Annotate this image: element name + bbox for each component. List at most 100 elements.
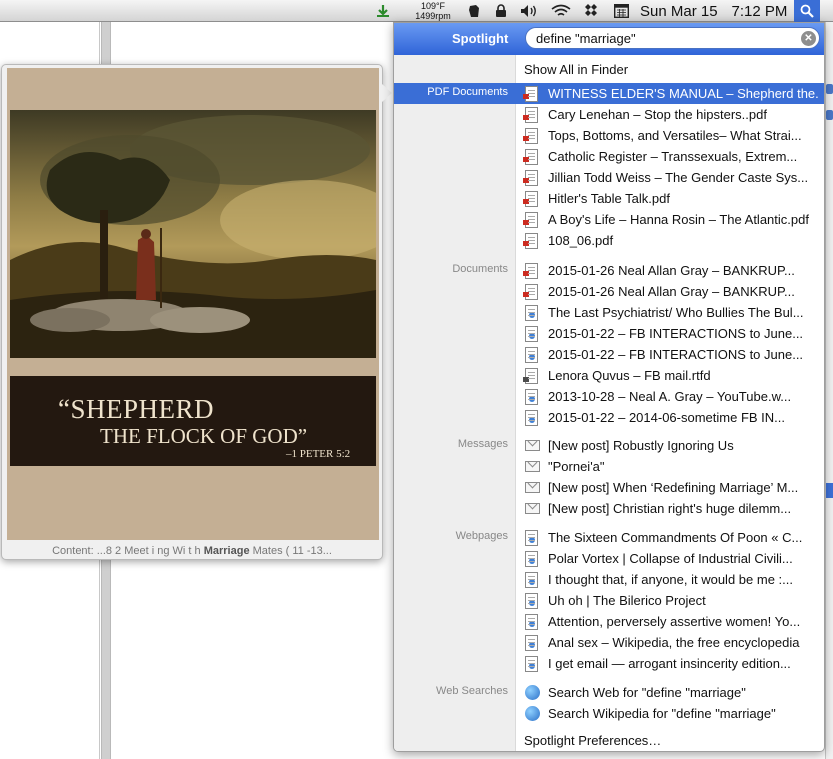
result-row[interactable]: Hitler's Table Talk.pdf — [394, 188, 824, 209]
rtfd-file-icon — [523, 368, 538, 384]
cover-painting — [10, 110, 376, 358]
result-row[interactable]: Cary Lenehan – Stop the hipsters..pdf — [394, 104, 824, 125]
preferences-label: Spotlight Preferences… — [524, 733, 662, 748]
result-row[interactable]: I get email — arrogant insincerity editi… — [394, 653, 824, 674]
background-right-pane — [825, 22, 833, 759]
calendar-icon[interactable] — [611, 0, 631, 22]
result-label: The Sixteen Commandments Of Poon « C... — [548, 530, 803, 545]
evernote-icon[interactable] — [465, 0, 483, 22]
globe-icon — [525, 685, 540, 700]
result-row[interactable]: Search Wikipedia for "define "marriage" — [394, 703, 824, 724]
fan-rpm-value: 1499rpm — [415, 11, 451, 21]
webarchive-file-icon — [525, 347, 538, 363]
temperature-readout[interactable]: 109°F 1499rpm — [410, 0, 456, 22]
background-search-icon — [826, 84, 833, 94]
webpage-icon — [525, 572, 538, 588]
result-row[interactable]: Messages [New post] Robustly Ignoring Us — [394, 435, 824, 456]
result-row[interactable]: Webpages The Sixteen Commandments Of Poo… — [394, 527, 824, 548]
pdf-file-icon — [523, 212, 538, 228]
result-label: 2015-01-22 – 2014-06-sometime FB IN... — [548, 410, 786, 425]
pdf-file-icon — [523, 191, 538, 207]
result-row[interactable]: 2015-01-22 – FB INTERACTIONS to June... — [394, 323, 824, 344]
download-icon[interactable] — [374, 0, 392, 22]
pdf-file-icon — [523, 107, 538, 123]
result-row[interactable]: Jillian Todd Weiss – The Gender Caste Sy… — [394, 167, 824, 188]
result-row[interactable]: Lenora Quvus – FB mail.rtfd — [394, 365, 824, 386]
volume-icon[interactable] — [518, 0, 542, 22]
lock-icon[interactable] — [492, 0, 510, 22]
result-label: A Boy's Life – Hanna Rosin – The Atlanti… — [548, 212, 809, 227]
category-label-webpages: Webpages — [455, 530, 508, 542]
result-label: The Last Psychiatrist/ Who Bullies The B… — [548, 305, 804, 320]
preview-content-snippet: Content: ...8 2 Meet i ng Wi t h Marriag… — [2, 545, 382, 557]
preview-popover: “SHEPHERD THE FLOCK OF GOD” –1 PETER 5:2… — [1, 64, 383, 560]
result-row[interactable]: Uh oh | The Bilerico Project — [394, 590, 824, 611]
result-label: Uh oh | The Bilerico Project — [548, 593, 706, 608]
preview-pointer — [382, 84, 392, 102]
result-row[interactable]: Tops, Bottoms, and Versatiles– What Stra… — [394, 125, 824, 146]
pdf-file-icon — [523, 128, 538, 144]
wifi-icon[interactable] — [548, 0, 574, 22]
spotlight-search-field[interactable]: define "marriage" ✕ — [525, 27, 820, 49]
cover-title-line2: THE FLOCK OF GOD” — [100, 424, 308, 448]
result-row[interactable]: Anal sex – Wikipedia, the free encyclope… — [394, 632, 824, 653]
webpage-icon — [525, 530, 538, 546]
webarchive-file-icon — [525, 326, 538, 342]
envelope-icon — [525, 503, 540, 514]
result-row[interactable]: 108_06.pdf — [394, 230, 824, 251]
search-query-text[interactable]: define "marriage" — [536, 31, 801, 46]
result-label: [New post] Robustly Ignoring Us — [548, 438, 734, 453]
category-label-web-searches: Web Searches — [436, 685, 508, 697]
result-label: Cary Lenehan – Stop the hipsters..pdf — [548, 107, 767, 122]
result-row[interactable]: [New post] When ‘Redefining Marriage’ M.… — [394, 477, 824, 498]
result-label: 2015-01-22 – FB INTERACTIONS to June... — [548, 326, 804, 341]
spotlight-menu-icon[interactable] — [794, 0, 820, 22]
result-row[interactable]: 2015-01-22 – 2014-06-sometime FB IN... — [394, 407, 824, 428]
clock[interactable]: Sun Mar 15 7:12 PM — [640, 0, 790, 22]
book-cover: “SHEPHERD THE FLOCK OF GOD” –1 PETER 5:2 — [7, 68, 379, 540]
result-label: Search Web for "define "marriage" — [548, 685, 746, 700]
result-label: "Pornei'a" — [548, 459, 605, 474]
result-label: 108_06.pdf — [548, 233, 614, 248]
spotlight-label: Spotlight — [452, 31, 509, 46]
result-row[interactable]: [New post] Christian right's huge dilemm… — [394, 498, 824, 519]
result-row-selected[interactable]: PDF Documents WITNESS ELDER'S MANUAL – S… — [394, 83, 824, 104]
webpage-icon — [525, 593, 538, 609]
webpage-icon — [525, 656, 538, 672]
result-label: 2013-10-28 – Neal A. Gray – YouTube.w... — [548, 389, 792, 404]
result-row[interactable]: Catholic Register – Transsexuals, Extrem… — [394, 146, 824, 167]
result-row[interactable]: Documents 2015-01-26 Neal Allan Gray – B… — [394, 260, 824, 281]
result-label: Anal sex – Wikipedia, the free encyclope… — [548, 635, 800, 650]
result-row[interactable]: 2015-01-22 – FB INTERACTIONS to June... — [394, 344, 824, 365]
date-text: Sun Mar 15 — [640, 2, 718, 20]
background-selection — [826, 483, 833, 498]
result-row[interactable]: I thought that, if anyone, it would be m… — [394, 569, 824, 590]
menu-bar: 109°F 1499rpm Sun Mar 15 7:12 PM — [0, 0, 833, 22]
envelope-icon — [525, 461, 540, 472]
spotlight-preferences[interactable]: Spotlight Preferences… — [394, 730, 824, 751]
result-row[interactable]: The Last Psychiatrist/ Who Bullies The B… — [394, 302, 824, 323]
background-search-icon — [826, 110, 833, 120]
category-label-documents: Documents — [452, 263, 508, 275]
pdf-file-icon — [523, 86, 538, 102]
result-row[interactable]: Attention, perversely assertive women! Y… — [394, 611, 824, 632]
result-row[interactable]: Web Searches Search Web for "define "mar… — [394, 682, 824, 703]
globe-icon — [525, 706, 540, 721]
result-row[interactable]: 2015-01-26 Neal Allan Gray – BANKRUP... — [394, 281, 824, 302]
dropbox-icon[interactable] — [582, 0, 600, 22]
result-row[interactable]: A Boy's Life – Hanna Rosin – The Atlanti… — [394, 209, 824, 230]
envelope-icon — [525, 440, 540, 451]
clear-search-icon[interactable]: ✕ — [801, 30, 816, 46]
document-file-icon — [523, 284, 538, 300]
spotlight-header: Spotlight define "marriage" ✕ — [394, 23, 824, 55]
snippet-prefix: Content: ...8 2 Meet i ng Wi t h — [52, 545, 204, 557]
result-label: Polar Vortex | Collapse of Industrial Ci… — [548, 551, 793, 566]
result-row[interactable]: "Pornei'a" — [394, 456, 824, 477]
show-all-in-finder[interactable]: Show All in Finder — [394, 59, 824, 80]
snippet-suffix: Mates ( 11 -13... — [249, 545, 332, 557]
result-row[interactable]: 2013-10-28 – Neal A. Gray – YouTube.w... — [394, 386, 824, 407]
pdf-file-icon — [523, 233, 538, 249]
category-label-pdf: PDF Documents — [427, 86, 508, 98]
result-row[interactable]: Polar Vortex | Collapse of Industrial Ci… — [394, 548, 824, 569]
cover-title-band: “SHEPHERD THE FLOCK OF GOD” –1 PETER 5:2 — [10, 376, 376, 466]
